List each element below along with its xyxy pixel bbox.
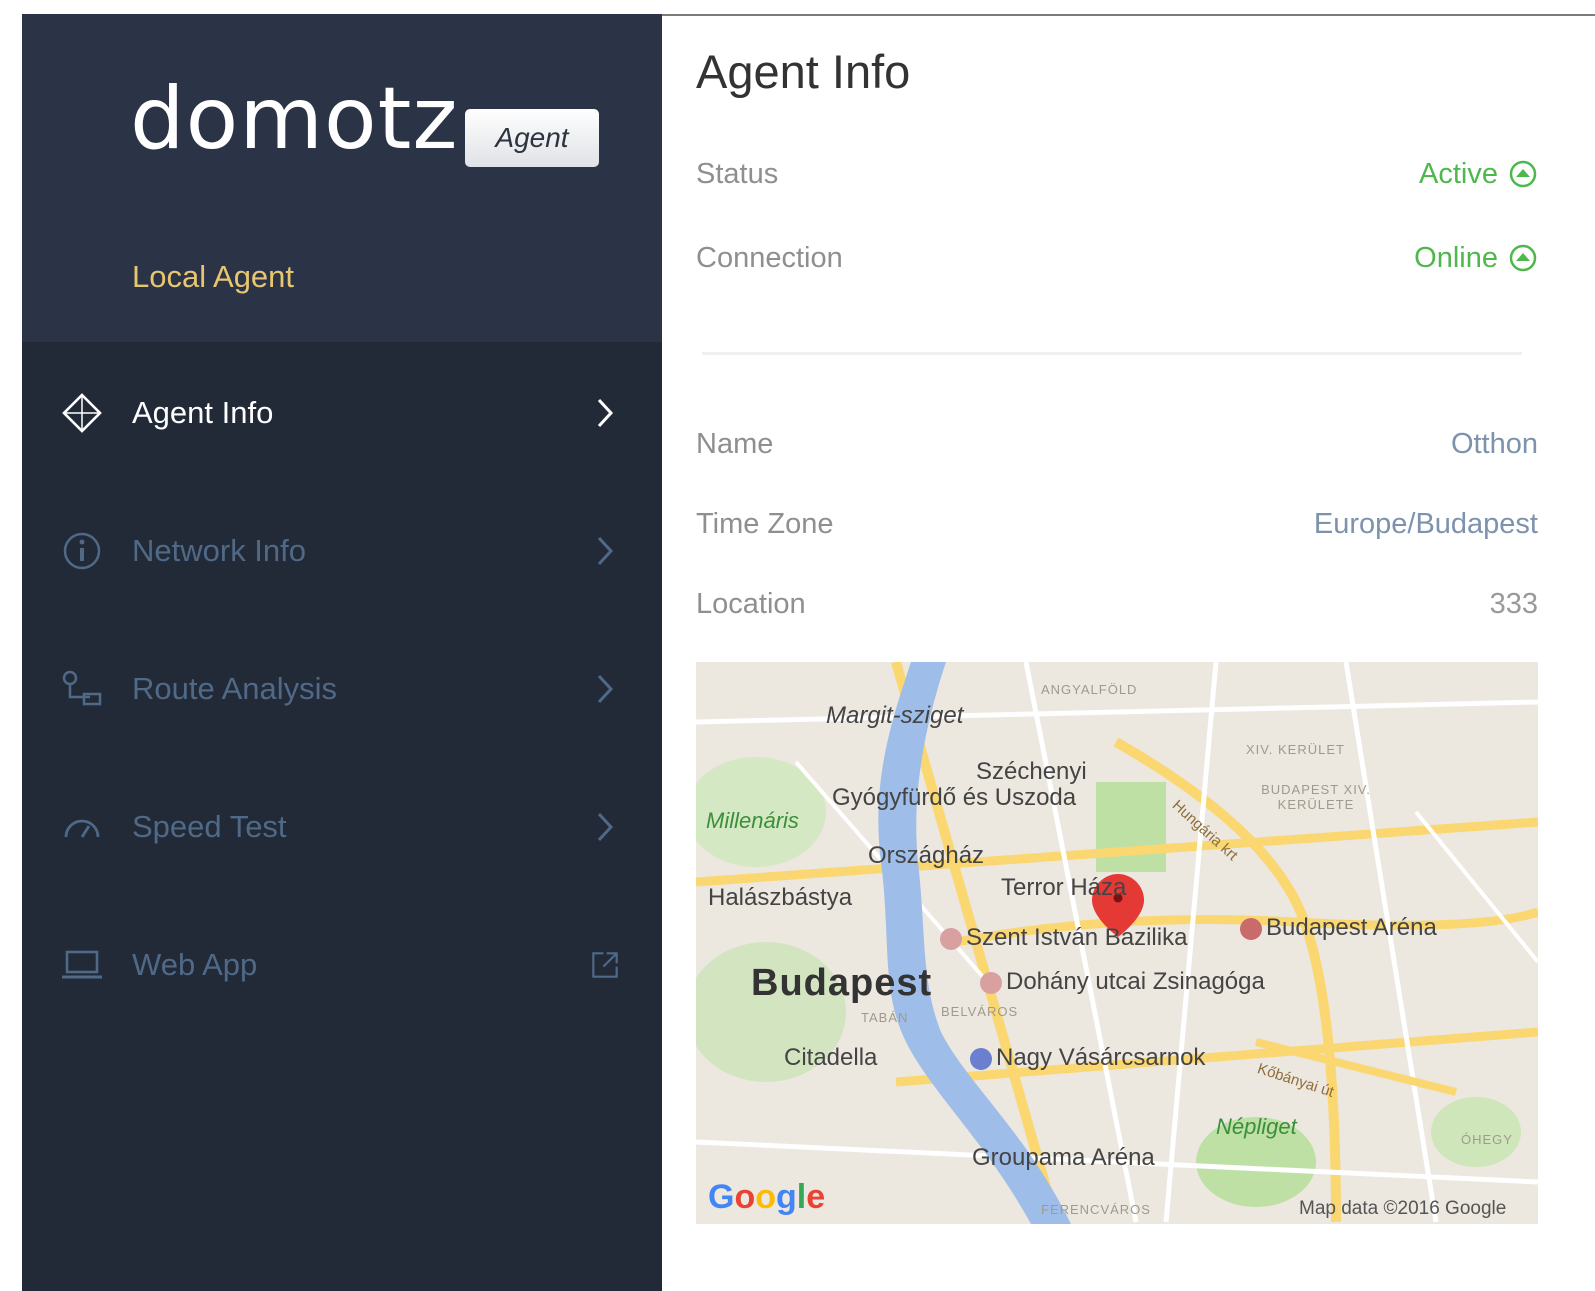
map-label: Groupama Aréna xyxy=(972,1144,1155,1171)
map-label: ÓHEGY xyxy=(1461,1132,1513,1147)
shopping-icon xyxy=(970,1047,992,1070)
status-value-group: Active xyxy=(1419,158,1538,191)
agent-info-panel: Agent Info Status Active Connection Onli… xyxy=(662,14,1595,1291)
venue-icon xyxy=(1240,917,1262,940)
map-label: ANGYALFÖLD xyxy=(1041,682,1138,697)
name-label: Name xyxy=(696,427,774,460)
connection-value: Online xyxy=(1414,241,1498,274)
map-label: Országház xyxy=(868,842,985,869)
map-label: XIV. KERÜLET xyxy=(1246,742,1345,757)
timezone-value: Europe/Budapest xyxy=(1313,507,1538,540)
nav-item-speed-test[interactable]: Speed Test xyxy=(22,782,662,872)
nav-label: Speed Test xyxy=(132,809,287,844)
nav-item-route-analysis[interactable]: Route Analysis xyxy=(22,644,662,734)
map-label: Népliget xyxy=(1216,1114,1297,1139)
active-status-icon xyxy=(1509,160,1537,188)
timezone-row: Time Zone Europe/Budapest xyxy=(696,504,1538,544)
connection-row: Connection Online xyxy=(696,238,1538,278)
route-icon xyxy=(60,667,104,711)
nav-label: Agent Info xyxy=(132,395,274,430)
connection-value-group: Online xyxy=(1414,242,1538,275)
diamond-icon xyxy=(60,391,104,435)
map-label: Terror Háza xyxy=(1001,874,1127,901)
map-label: Nagy Vásárcsarnok xyxy=(966,1044,1205,1072)
nav-item-agent-info[interactable]: Agent Info xyxy=(22,368,662,458)
agent-name: Local Agent xyxy=(132,259,295,294)
map-label: Dohány utcai Zsinagóga xyxy=(976,968,1265,996)
map-label: TABÁN xyxy=(861,1010,909,1025)
page-title: Agent Info xyxy=(696,45,911,98)
chevron-right-icon xyxy=(590,531,620,571)
location-map[interactable]: ANGYALFÖLD Margit-sziget XIV. KERÜLET BU… xyxy=(696,662,1538,1224)
nav-item-web-app[interactable]: Web App xyxy=(22,920,662,1010)
map-label: Citadella xyxy=(784,1044,878,1071)
map-label: BELVÁROS xyxy=(941,1004,1019,1019)
attraction-icon xyxy=(940,927,962,950)
chevron-right-icon xyxy=(590,807,620,847)
name-row: Name Otthon xyxy=(696,424,1538,464)
online-status-icon xyxy=(1509,244,1537,272)
map-label: Széchenyi xyxy=(976,758,1087,785)
map-label: Halászbástya xyxy=(708,884,853,911)
chevron-right-icon xyxy=(590,393,620,433)
speedometer-icon xyxy=(60,805,104,849)
nav-label: Network Info xyxy=(132,533,307,568)
external-link-icon xyxy=(590,945,620,985)
map-label: Szent István Bazilika xyxy=(936,924,1187,952)
nav-label: Route Analysis xyxy=(132,671,338,706)
map-label: Margit-sziget xyxy=(826,702,964,729)
info-icon xyxy=(60,529,104,573)
section-divider xyxy=(702,352,1522,355)
status-label: Status xyxy=(696,157,779,190)
name-value: Otthon xyxy=(1450,427,1538,460)
map-city-label: Budapest xyxy=(751,962,933,1004)
location-label: Location xyxy=(696,587,806,620)
location-row: Location 333 xyxy=(696,584,1538,624)
poi-label: Dohány utcai Zsinagóga xyxy=(1006,968,1265,995)
nav-label: Web App xyxy=(132,947,258,982)
map-label: Millenáris xyxy=(706,808,799,833)
poi-label: Nagy Vásárcsarnok xyxy=(996,1044,1206,1071)
nav-item-network-info[interactable]: Network Info xyxy=(22,506,662,596)
brand-header: domotz Agent Local Agent xyxy=(22,14,662,342)
connection-label: Connection xyxy=(696,241,843,274)
map-label: BUDAPEST XIV. KERÜLETE xyxy=(1261,782,1371,812)
map-attribution: Map data ©2016 Google xyxy=(1299,1198,1507,1219)
location-value: 333 xyxy=(1489,587,1538,620)
poi-label: Szent István Bazilika xyxy=(966,924,1188,951)
google-logo: Google xyxy=(708,1178,826,1216)
agent-badge: Agent xyxy=(465,109,599,167)
map-label: FERENCVÁROS xyxy=(1041,1202,1151,1217)
poi-label: Budapest Aréna xyxy=(1266,914,1437,941)
laptop-icon xyxy=(60,943,104,987)
timezone-label: Time Zone xyxy=(696,507,834,540)
chevron-right-icon xyxy=(590,669,620,709)
sidebar: domotz Agent Local Agent Agent Info Netw… xyxy=(22,14,662,1291)
map-label: Gyógyfürdő és Uszoda xyxy=(832,784,1077,811)
attraction-icon xyxy=(980,971,1002,994)
map-label: Budapest Aréna xyxy=(1236,914,1437,942)
status-value: Active xyxy=(1419,157,1498,190)
domotz-logo: domotz xyxy=(130,69,459,169)
status-row: Status Active xyxy=(696,154,1538,194)
